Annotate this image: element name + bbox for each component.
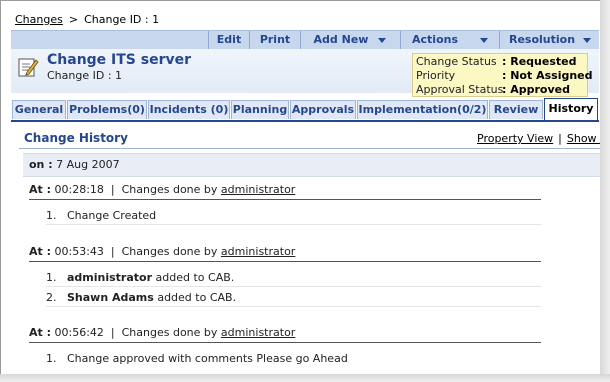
entry-divider [29, 261, 541, 262]
toolbar: Edit Print Add New Actions Resolution [11, 30, 599, 50]
entry-user-link[interactable]: administrator [221, 326, 295, 339]
change-title: Change ITS server [47, 52, 192, 68]
resolution-menu[interactable]: Resolution [499, 31, 600, 49]
resolution-dropdown-icon [583, 37, 592, 43]
at-label: At : [29, 183, 51, 196]
date-label: on : [29, 158, 53, 171]
item-text: added to CAB. [153, 291, 237, 304]
tab-problems[interactable]: Problems(0) [67, 100, 147, 119]
actions-dropdown-icon [480, 37, 488, 43]
tab-history[interactable]: History [544, 98, 598, 120]
item-text: Change Created [67, 209, 157, 222]
status-label: Change Status [416, 55, 497, 68]
print-button-label: Print [259, 33, 291, 46]
status-value: : Requested [502, 55, 577, 68]
history-list-item: 1. administrator added to CAB. [46, 271, 234, 284]
add-new-dropdown-icon [378, 37, 387, 43]
item-text: Change approved with comments Please go … [67, 352, 348, 365]
history-entry-header: At : 00:56:42 | Changes done by administra… [29, 326, 295, 339]
status-value: : Not Assigned [502, 69, 593, 82]
entry-user-link[interactable]: administrator [221, 245, 295, 258]
breadcrumb-separator: > [68, 13, 79, 26]
breadcrumb-changes-link[interactable]: Changes [15, 13, 63, 26]
tab-approvals[interactable]: Approvals [290, 100, 356, 119]
entry-user-link[interactable]: administrator [221, 183, 295, 196]
add-new-menu[interactable]: Add New [300, 31, 399, 49]
item-bold-text: administrator [67, 271, 153, 284]
history-list-item: 1. Change Created [46, 209, 156, 222]
entry-time: 00:53:43 [54, 245, 104, 258]
item-number: 1. [46, 271, 57, 284]
change-history-heading: Change History [24, 131, 128, 145]
window-shadow-right [600, 0, 610, 382]
entry-time: 00:28:18 [54, 183, 104, 196]
history-view-links: Property View | Show All [477, 132, 609, 145]
changes-done-by-label: Changes done by [121, 326, 218, 339]
status-row-approval-status: Approval Status: Approved [416, 83, 570, 97]
tab-bar: General Problems(0) Incidents (0) Planni… [11, 98, 599, 122]
actions-menu[interactable]: Actions [400, 31, 499, 49]
change-id: Change ID : 1 [47, 69, 123, 82]
edit-button[interactable]: Edit [208, 31, 249, 49]
resolution-label: Resolution [508, 33, 576, 46]
window-shadow-bottom [0, 374, 610, 382]
breadcrumb: Changes > Change ID : 1 [15, 13, 159, 26]
tab-implementation[interactable]: Implementation(0/2) [357, 100, 488, 119]
changes-done-by-label: Changes done by [121, 245, 218, 258]
history-entry-header: At : 00:53:43 | Changes done by administra… [29, 245, 295, 258]
history-list-item: 1. Change approved with comments Please g… [46, 352, 348, 365]
change-document-icon [18, 58, 39, 77]
changes-done-by-label: Changes done by [121, 183, 218, 196]
tab-general[interactable]: General [12, 100, 66, 119]
history-date-row: on : 7 Aug 2007 [23, 153, 601, 177]
entry-divider [29, 342, 541, 343]
status-row-priority: Priority : Not Assigned [416, 69, 593, 83]
item-number: 1. [46, 352, 57, 365]
item-text: added to CAB. [152, 271, 235, 284]
item-number: 2. [46, 291, 57, 304]
add-new-label: Add New [313, 33, 369, 46]
entry-time: 00:56:42 [54, 326, 104, 339]
entry-pipe: | [110, 183, 115, 196]
change-details-window: Changes > Change ID : 1 Edit Print Add New… [0, 0, 610, 382]
status-label: Priority [416, 69, 456, 82]
date-value: 7 Aug 2007 [56, 158, 120, 171]
item-divider [46, 224, 541, 225]
item-divider [46, 306, 541, 307]
at-label: At : [29, 245, 51, 258]
edit-button-label: Edit [216, 33, 242, 46]
tab-planning[interactable]: Planning [231, 100, 289, 119]
status-label: Approval Status [416, 83, 504, 96]
status-row-change-status: Change Status : Requested [416, 55, 576, 69]
breadcrumb-current: Change ID : 1 [84, 13, 160, 26]
at-label: At : [29, 326, 51, 339]
entry-divider [29, 199, 541, 200]
actions-label: Actions [412, 33, 458, 46]
item-divider [46, 286, 541, 287]
link-separator: | [558, 132, 562, 145]
entry-pipe: | [110, 245, 115, 258]
history-date: on : 7 Aug 2007 [29, 158, 120, 171]
tab-review[interactable]: Review [489, 100, 543, 119]
print-button[interactable]: Print [249, 31, 300, 49]
status-value: : Approved [502, 83, 570, 96]
property-view-link[interactable]: Property View [477, 132, 553, 145]
history-list-item: 2. Shawn Adams added to CAB. [46, 291, 236, 304]
item-bold-text: Shawn Adams [67, 291, 154, 304]
history-entry-header: At : 00:28:18 | Changes done by administra… [29, 183, 295, 196]
item-number: 1. [46, 209, 57, 222]
tab-incidents[interactable]: Incidents (0) [148, 100, 230, 119]
entry-pipe: | [110, 326, 115, 339]
section-divider [19, 148, 601, 149]
status-summary: Change Status : Requested Priority : Not A… [412, 53, 593, 97]
